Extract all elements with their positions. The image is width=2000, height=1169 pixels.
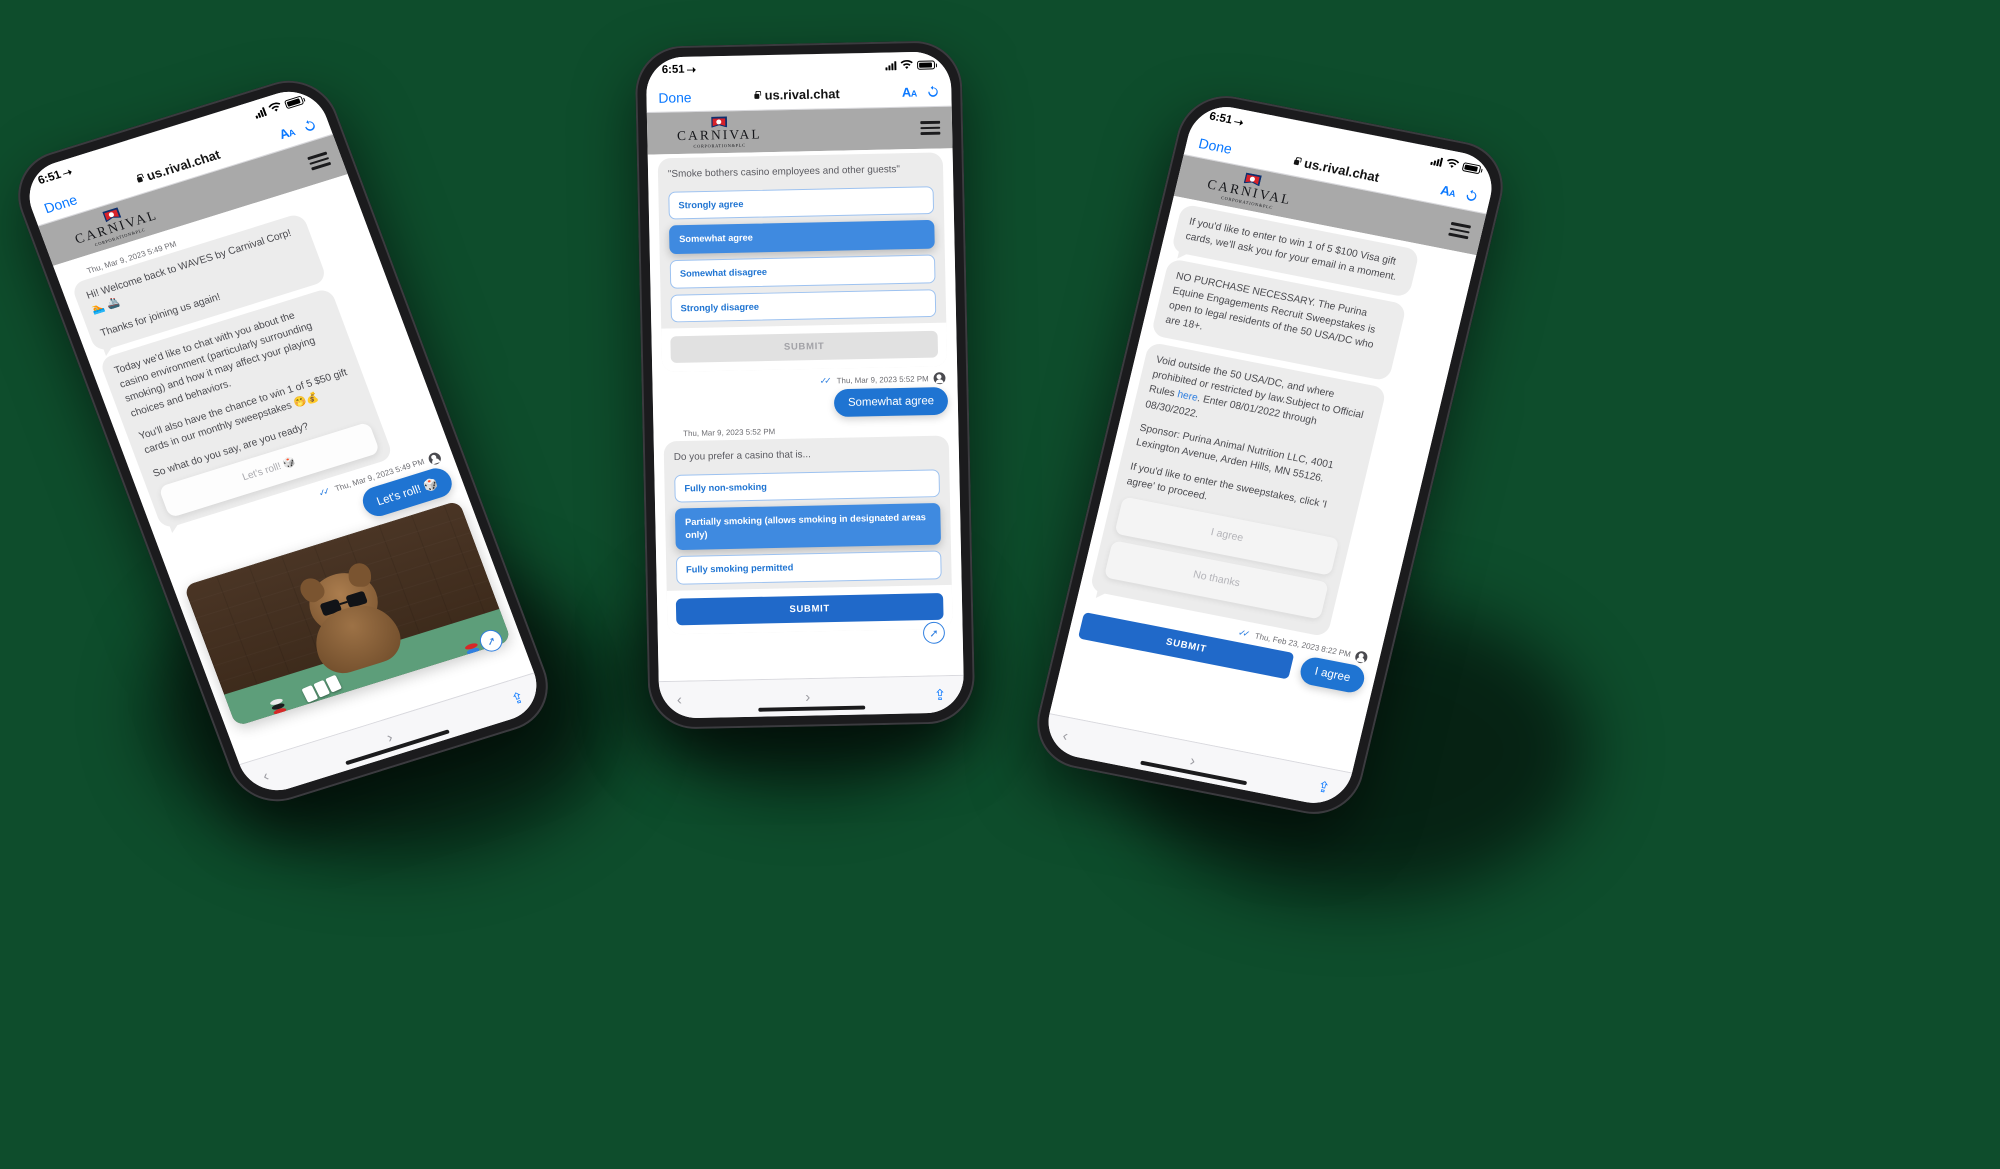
- wifi-icon: [1447, 158, 1460, 168]
- hamburger-menu-icon[interactable]: [1447, 219, 1472, 242]
- submit-button-2[interactable]: SUBMIT: [675, 592, 944, 625]
- location-arrow-icon: ➝: [1232, 116, 1245, 130]
- user-avatar-icon: [426, 451, 443, 466]
- wifi-icon: [268, 102, 281, 112]
- done-button[interactable]: Done: [658, 89, 691, 106]
- carnival-logo: CARNIVAL CORPORATION&PLC: [677, 116, 762, 149]
- lock-icon: [754, 91, 761, 100]
- phone-left: 6:51 ➝ Done us.rival.chat AA CARNIVAL CO…: [4, 68, 562, 814]
- phone-left-screen: 6:51 ➝ Done us.rival.chat AA CARNIVAL CO…: [18, 82, 548, 800]
- question-card-1: "Smoke bothers casino employees and othe…: [657, 152, 948, 373]
- share-icon[interactable]: ⇪: [1315, 777, 1332, 797]
- brand-subtitle: CORPORATION&PLC: [693, 142, 746, 149]
- option-fully-smoking-permitted[interactable]: Fully smoking permitted: [675, 550, 942, 585]
- lock-icon: [1293, 156, 1302, 166]
- chat-transcript[interactable]: "Smoke bothers casino employees and othe…: [647, 148, 964, 682]
- chevron-right-icon[interactable]: ›: [805, 689, 810, 706]
- battery-icon: [1461, 161, 1482, 174]
- question-card-2: Do you prefer a casino that is... Fully …: [663, 435, 953, 634]
- reload-icon[interactable]: [926, 85, 939, 98]
- address-bar[interactable]: us.rival.chat: [691, 85, 902, 104]
- share-icon[interactable]: ⇪: [934, 686, 947, 704]
- done-button[interactable]: Done: [42, 191, 80, 216]
- message-timestamp: Thu, Mar 9, 2023 5:52 PM: [836, 374, 929, 386]
- carnival-brand-header: CARNIVAL CORPORATION&PLC: [646, 106, 953, 155]
- status-time: 6:51 ➝: [1207, 110, 1245, 130]
- option-strongly-agree[interactable]: Strongly agree: [668, 185, 935, 220]
- option-fully-non-smoking[interactable]: Fully non-smoking: [674, 469, 941, 504]
- message-timestamp: Thu, Mar 9, 2023 5:52 PM: [683, 426, 776, 438]
- url-text: us.rival.chat: [764, 86, 840, 103]
- battery-icon: [283, 95, 305, 109]
- status-time: 6:51 ➝: [661, 63, 697, 77]
- status-time: 6:51 ➝: [36, 166, 75, 188]
- cellular-bars-icon: [1430, 155, 1444, 167]
- cellular-bars-icon: [253, 106, 267, 119]
- option-somewhat-agree[interactable]: Somewhat agree: [668, 220, 935, 255]
- chevron-left-icon[interactable]: ‹: [260, 768, 271, 785]
- carnival-flag-icon: [68, 268, 84, 281]
- location-arrow-icon: ➝: [686, 64, 697, 77]
- chat-transcript[interactable]: Thu, Mar 9, 2023 5:49 PM Hi! Welcome bac…: [53, 174, 534, 765]
- text-size-button[interactable]: AA: [1439, 182, 1457, 199]
- carnival-flag-icon: [711, 117, 727, 128]
- wifi-icon: [900, 60, 913, 70]
- hamburger-menu-icon[interactable]: [306, 149, 332, 174]
- reload-icon[interactable]: [1464, 188, 1480, 203]
- brand-name: CARNIVAL: [676, 126, 762, 144]
- question-prompt: "Smoke bothers casino employees and othe…: [667, 164, 901, 180]
- user-avatar-icon: [1354, 649, 1369, 664]
- chevron-left-icon[interactable]: ‹: [1061, 727, 1070, 744]
- double-check-icon: ✓✓: [1237, 627, 1249, 639]
- phone-center-screen: 6:51 ➝ Done us.rival.chat AA CARNIVAL CO…: [645, 51, 965, 719]
- submit-button-1[interactable]: SUBMIT: [670, 330, 939, 364]
- bot-legal-bubble: Void outside the 50 USA/DC, and where pr…: [1089, 341, 1387, 637]
- lock-icon: [135, 173, 145, 184]
- option-somewhat-disagree[interactable]: Somewhat disagree: [669, 254, 936, 289]
- hamburger-menu-icon[interactable]: [920, 118, 941, 138]
- chevron-right-icon[interactable]: ›: [1188, 752, 1197, 769]
- phone-center: 6:51 ➝ Done us.rival.chat AA CARNIVAL CO…: [634, 40, 976, 730]
- user-avatar-icon: [933, 372, 946, 385]
- cellular-bars-icon: [885, 60, 897, 70]
- reload-icon[interactable]: [301, 118, 318, 134]
- done-button[interactable]: Done: [1197, 134, 1234, 156]
- chevron-right-icon[interactable]: ›: [385, 729, 396, 746]
- mockup-stage: 6:51 ➝ Done us.rival.chat AA CARNIVAL CO…: [0, 0, 2000, 1169]
- option-partially-smoking[interactable]: Partially smoking (allows smoking in des…: [674, 503, 942, 550]
- battery-icon: [917, 59, 936, 70]
- user-message-bubble: Somewhat agree: [833, 387, 949, 418]
- option-strongly-disagree[interactable]: Strongly disagree: [670, 288, 937, 323]
- carnival-flag-icon: [665, 429, 678, 439]
- official-rules-link[interactable]: here: [1176, 390, 1199, 405]
- question-prompt: Do you prefer a casino that is...: [673, 449, 811, 464]
- share-icon[interactable]: ⇪: [508, 688, 527, 709]
- chevron-left-icon[interactable]: ‹: [677, 692, 682, 709]
- double-check-icon: ✓✓: [317, 486, 330, 499]
- double-check-icon: ✓✓: [819, 375, 829, 386]
- text-size-button[interactable]: AA: [902, 85, 917, 100]
- safari-toolbar-bottom: ‹ › ⇪: [658, 674, 965, 719]
